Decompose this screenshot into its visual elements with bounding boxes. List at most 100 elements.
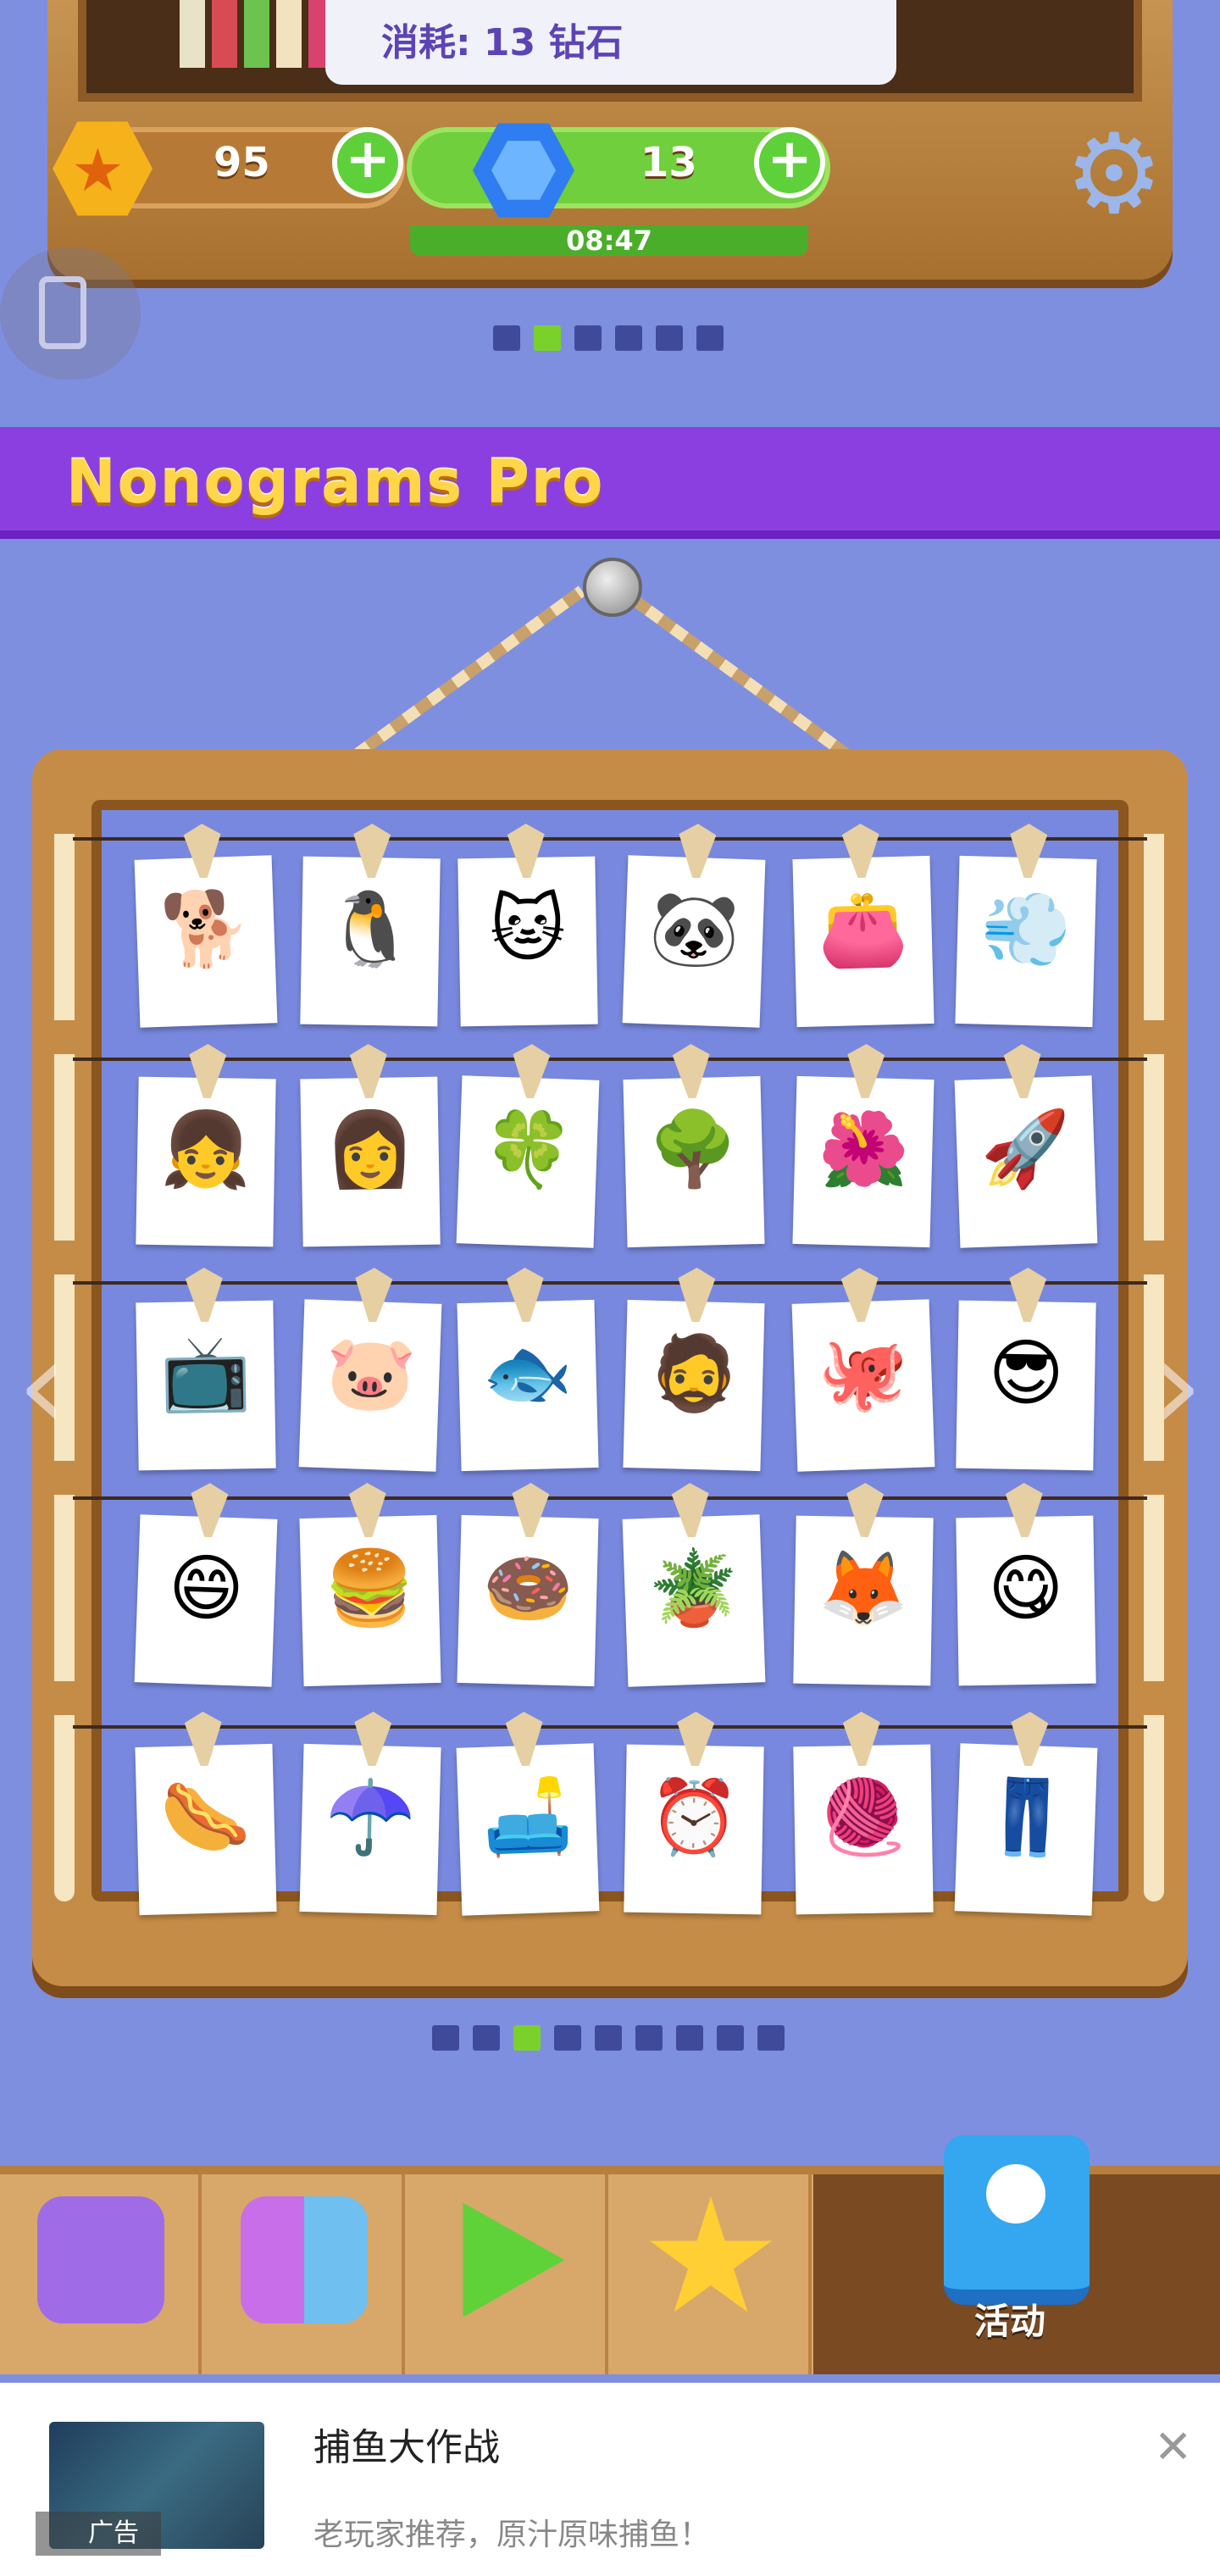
burger-icon: 🍔 [323,1545,417,1633]
page-dot[interactable] [493,325,520,351]
page-dot[interactable] [432,2025,459,2051]
fish-icon: 🐟 [480,1330,574,1418]
puzzle-card-hotdog[interactable]: 🌭 [135,1744,277,1916]
puzzle-card-sunglasses-emoji[interactable]: 😎 [956,1301,1096,1471]
girl-brown-icon: 👩 [324,1107,417,1193]
puzzle-card-laughing-emoji[interactable]: 😄 [134,1514,278,1687]
puzzle-card-tv[interactable]: 📺 [136,1301,276,1471]
puzzle-card-fox[interactable]: 🦊 [793,1516,934,1686]
nav-shop[interactable] [0,2174,202,2374]
puzzle-card-hair-dryer[interactable]: 💨 [955,856,1097,1028]
page-dot[interactable] [696,325,724,351]
jeans-icon: 👖 [979,1774,1073,1862]
puzzle-card-clover[interactable]: 🍀 [456,1075,600,1248]
penguin-icon: 🐧 [324,886,417,973]
bottom-pager[interactable] [432,2025,785,2051]
ad-title[interactable]: 捕鱼大作战 [313,2417,500,2471]
tree-icon: 🌳 [646,1106,740,1194]
puzzle-card-umbrella[interactable]: ☂️ [299,1744,441,1916]
puzzle-card-burger[interactable]: 🍔 [299,1515,441,1687]
puzzle-card-donut[interactable]: 🍩 [457,1515,599,1687]
puzzle-card-pig[interactable]: 🐷 [298,1299,442,1472]
puzzle-card-octopus[interactable]: 🐙 [791,1299,935,1472]
nav-achievements[interactable] [610,2174,812,2374]
clover-icon: 🍀 [481,1106,575,1194]
gems-value: 13 [640,139,697,186]
add-gems-button[interactable]: + [754,127,825,198]
play-icon [463,2202,565,2318]
add-coins-button[interactable]: + [332,127,403,198]
clothesline [73,1496,1147,1500]
puzzle-card-girl-brown[interactable]: 👩 [300,1077,441,1247]
clothesline [73,1725,1147,1729]
ad-description: 老玩家推荐，原汁原味捕鱼！ [313,2518,711,2552]
puzzle-card-sweater[interactable]: 🧶 [793,1745,934,1915]
puzzle-card-panda[interactable]: 🐼 [622,855,766,1028]
nav-play[interactable] [407,2174,608,2374]
panda-icon: 🐼 [647,886,741,974]
nail-icon [583,558,642,617]
page-dot[interactable] [615,325,642,351]
shop-bag-icon [37,2196,164,2323]
puzzle-card-fish[interactable]: 🐟 [457,1300,599,1472]
close-icon[interactable]: ✕ [1154,2420,1192,2473]
phone-float-button[interactable] [0,247,141,380]
page-dot[interactable] [513,2025,541,2051]
puzzle-card-viking[interactable]: 🧔 [623,1300,765,1472]
tv-icon: 📺 [159,1330,252,1417]
armchair-icon: 🛋️ [480,1774,574,1862]
page-dot[interactable] [676,2025,703,2051]
page-dot[interactable] [635,2025,663,2051]
puzzle-card-rocket[interactable]: 🚀 [954,1075,1098,1248]
puzzle-card-potted-plant[interactable]: 🪴 [622,1514,766,1687]
yum-emoji-icon: 😋 [987,1546,1065,1632]
nav-events-label: 活动 [974,2301,1046,2342]
hanging-rope-left [352,586,586,760]
consume-notice: 消耗: 13 钻石 [325,0,896,85]
puzzle-card-flower[interactable]: 🌺 [792,1076,934,1248]
puzzle-card-tree[interactable]: 🌳 [623,1076,765,1248]
potted-plant-icon: 🪴 [646,1545,740,1633]
page-dot[interactable] [656,325,683,351]
page-dot[interactable] [473,2025,500,2051]
clothesline [73,837,1147,841]
alarm-clock-icon: ⏰ [647,1774,740,1861]
page-dot[interactable] [757,2025,785,2051]
cat-icon: 🐱 [489,886,567,973]
puzzle-card-dog[interactable]: 🐕 [134,855,278,1028]
title-banner: Nonograms Pro [0,427,1220,539]
puzzle-card-armchair[interactable]: 🛋️ [456,1743,600,1916]
rocket-icon: 🚀 [979,1106,1073,1194]
page-dot[interactable] [554,2025,581,2051]
puzzle-card-penguin[interactable]: 🐧 [300,857,441,1027]
puzzle-card-cat[interactable]: 🐱 [458,857,598,1027]
ad-banner[interactable]: 广告 捕鱼大作战 老玩家推荐，原汁原味捕鱼！ ✕ [0,2383,1220,2576]
puzzle-card-alarm-clock[interactable]: ⏰ [624,1745,764,1915]
purse-icon: 👛 [816,886,910,974]
ad-tag: 广告 [36,2512,161,2556]
puzzle-card-jeans[interactable]: 👖 [954,1743,1098,1916]
flower-icon: 🌺 [817,1106,911,1194]
prev-page-arrow-icon[interactable]: ‹ [8,1322,76,1449]
next-page-arrow-icon[interactable]: › [1144,1322,1212,1449]
page-dot[interactable] [595,2025,622,2051]
top-pager[interactable] [493,325,724,351]
puzzle-card-purse[interactable]: 👛 [792,856,934,1028]
events-book-icon[interactable] [944,2135,1090,2305]
hotdog-icon: 🌭 [158,1774,252,1862]
page-dot[interactable] [574,325,602,351]
clothesline [73,1058,1147,1061]
pig-icon: 🐷 [324,1330,418,1418]
viking-icon: 🧔 [647,1330,741,1418]
puzzle-card-yum-emoji[interactable]: 😋 [956,1516,1096,1686]
donut-icon: 🍩 [481,1545,575,1633]
game-title: Nonograms Pro [66,447,605,517]
gear-icon[interactable]: ⚙ [1059,119,1169,229]
page-dot[interactable] [717,2025,744,2051]
sweater-icon: 🧶 [817,1774,910,1861]
page-dot[interactable] [534,325,561,351]
hanging-rope-right [619,587,854,762]
puzzle-card-girl-blonde[interactable]: 👧 [136,1077,276,1247]
nav-puzzles[interactable] [203,2174,405,2374]
laughing-emoji-icon: 😄 [166,1545,247,1633]
